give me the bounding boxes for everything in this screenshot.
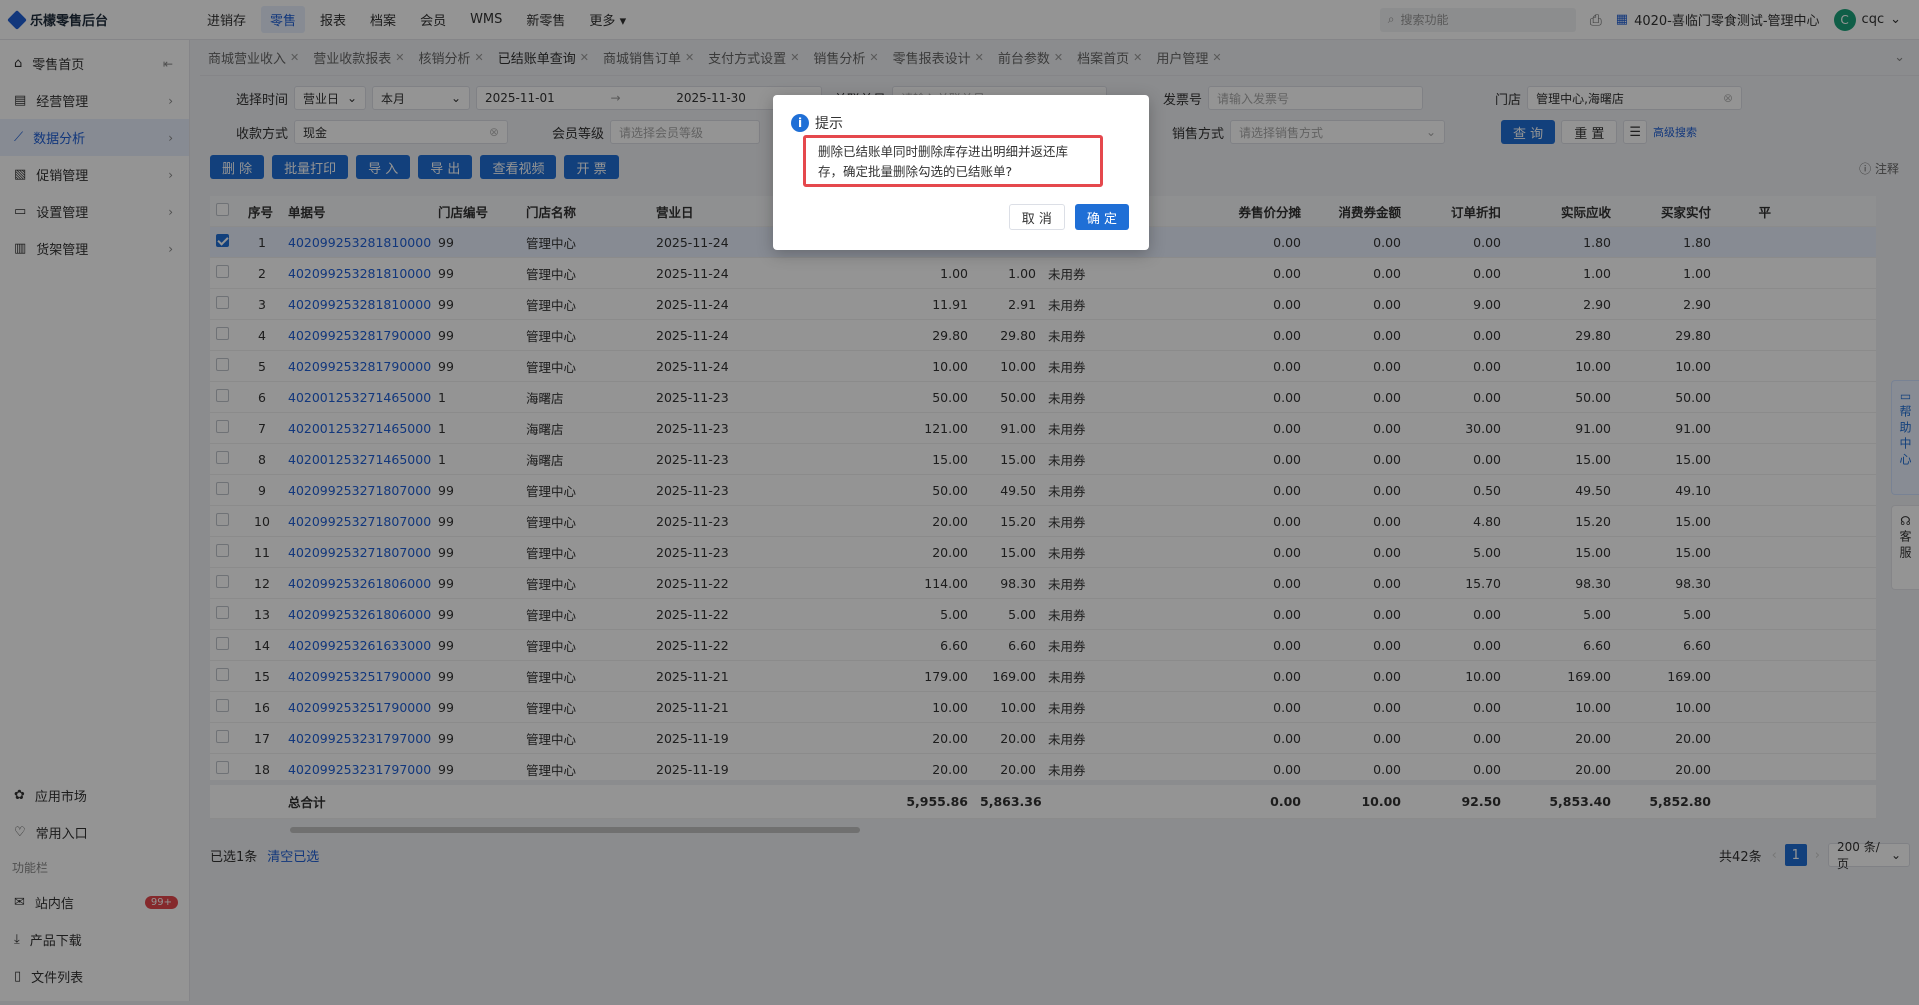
dialog-message: 删除已结账单同时删除库存进出明细并返还库存，确定批量删除勾选的已结账单? (803, 135, 1103, 187)
cancel-button[interactable]: 取 消 (1008, 204, 1065, 230)
confirm-dialog: i 提示 删除已结账单同时删除库存进出明细并返还库存，确定批量删除勾选的已结账单?… (773, 95, 1149, 250)
app-root: 乐檬零售后台 进销存 零售 报表 档案 会员 WMS 新零售 更多 ▾ ⌕ 搜索功能 ⎙ ▦ 40… (0, 0, 1919, 1005)
confirm-button[interactable]: 确 定 (1074, 204, 1129, 230)
dialog-title: i 提示 (791, 113, 843, 133)
dialog-buttons: 取 消 确 定 (1008, 204, 1129, 230)
dialog-title-text: 提示 (815, 116, 843, 132)
info-icon: i (791, 114, 809, 132)
